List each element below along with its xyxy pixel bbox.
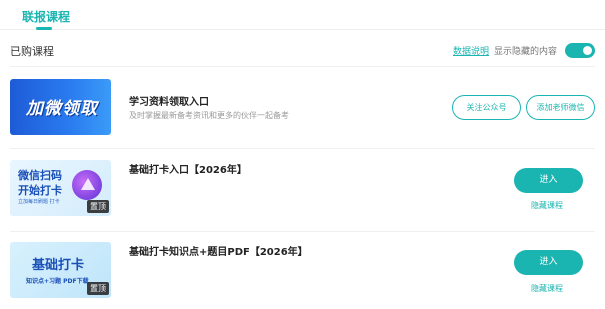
course-title[interactable]: 基础打卡知识点+题目PDF【2026年】 (129, 243, 308, 258)
divider (10, 148, 595, 149)
thumbnail-text: 加微领取 (26, 99, 98, 119)
pinned-badge: 置顶 (87, 200, 109, 213)
hide-course-link[interactable]: 隐藏课程 (531, 283, 563, 294)
thumbnail-text: 微信扫码 (18, 169, 62, 182)
divider (10, 66, 595, 67)
pinned-badge: 置顶 (87, 282, 109, 295)
tab-joint-courses[interactable]: 联报课程 (22, 8, 70, 25)
app-logo-icon (72, 170, 102, 200)
show-hidden-label: 显示隐藏的内容 (494, 47, 558, 57)
follow-official-account-button[interactable]: 关注公众号 (452, 95, 521, 120)
thumbnail-text: 知识点+习题 PDF下载 (26, 278, 89, 285)
hide-course-link[interactable]: 隐藏课程 (531, 200, 563, 211)
active-tab-indicator (36, 27, 52, 30)
course-thumbnail[interactable]: 微信扫码 开始打卡 立加每日刷题 打卡 置顶 (10, 160, 111, 216)
add-teacher-wechat-button[interactable]: 添加老师微信 (526, 95, 595, 120)
thumbnail-text: 开始打卡 (18, 184, 62, 197)
toggle-knob (583, 46, 592, 55)
data-explanation-link[interactable]: 数据说明 (453, 44, 489, 57)
course-title[interactable]: 基础打卡入口【2026年】 (129, 161, 247, 176)
show-hidden-toggle[interactable] (565, 43, 595, 58)
thumbnail-text: 基础打卡 (32, 258, 85, 273)
course-thumbnail[interactable]: 加微领取 (10, 79, 111, 135)
enter-button[interactable]: 进入 (514, 168, 583, 193)
enter-button[interactable]: 进入 (514, 250, 583, 275)
section-title: 已购课程 (10, 45, 54, 58)
thumbnail-text: 立加每日刷题 打卡 (18, 199, 60, 205)
course-thumbnail[interactable]: 基础打卡 知识点+习题 PDF下载 置顶 (10, 242, 111, 298)
tab-bar: 联报课程 (0, 0, 605, 30)
course-subtitle: 及时掌握最新备考资讯和更多的伙伴一起备考 (129, 111, 289, 120)
divider (10, 231, 595, 232)
course-title[interactable]: 学习资料领取入口 (129, 93, 209, 108)
